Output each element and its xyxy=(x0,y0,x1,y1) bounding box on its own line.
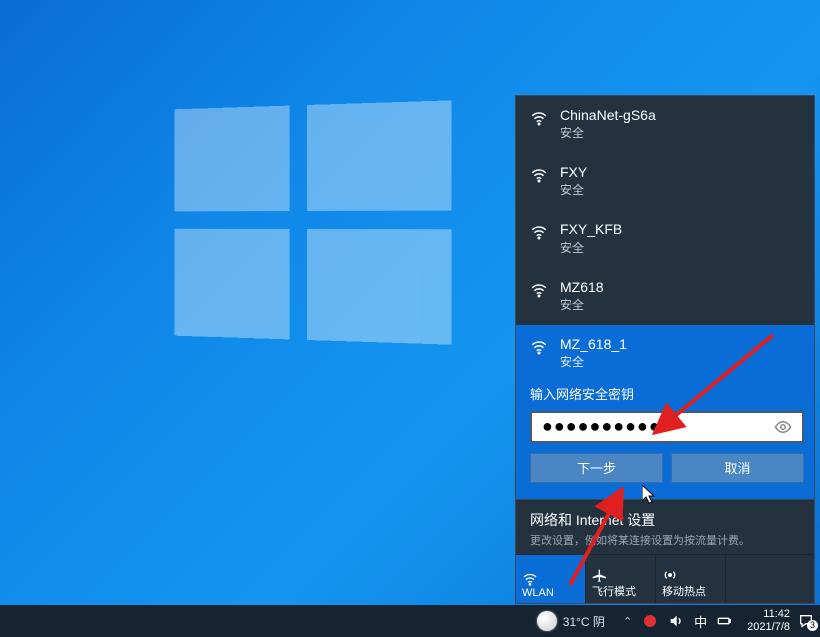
network-flyout: ChinaNet-gS6a 安全 FXY 安全 FXY_KFB 安全 xyxy=(515,95,815,604)
network-settings-link[interactable]: 网络和 Internet 设置 更改设置，例如将某连接设置为按流量计费。 xyxy=(516,499,814,554)
network-status: 安全 xyxy=(560,181,587,198)
wifi-icon xyxy=(530,109,548,127)
network-item-3[interactable]: MZ618 安全 xyxy=(516,268,814,325)
password-input[interactable] xyxy=(542,416,774,437)
cancel-button-label: 取消 xyxy=(724,458,750,477)
tile-wlan[interactable]: WLAN xyxy=(516,555,586,603)
network-status: 安全 xyxy=(560,239,622,256)
taskbar-weather[interactable]: 31°C 阴 xyxy=(529,611,613,631)
wifi-icon xyxy=(530,338,548,356)
show-password-icon[interactable] xyxy=(774,418,792,436)
wifi-icon xyxy=(530,166,548,184)
network-name: MZ618 xyxy=(560,278,604,296)
tile-wlan-label: WLAN xyxy=(522,587,579,599)
network-name: FXY xyxy=(560,163,587,181)
network-status: 安全 xyxy=(560,124,656,141)
settings-title: 网络和 Internet 设置 xyxy=(530,510,800,530)
tile-airplane-label: 飞行模式 xyxy=(592,583,649,599)
password-input-container xyxy=(530,411,804,443)
windows-desktop-logo xyxy=(174,100,451,344)
network-item-2[interactable]: FXY_KFB 安全 xyxy=(516,210,814,267)
tray-overflow-chevron-icon[interactable]: ⌃ xyxy=(623,615,632,628)
wifi-icon xyxy=(522,571,538,585)
wifi-icon xyxy=(530,281,548,299)
cancel-button[interactable]: 取消 xyxy=(671,453,804,483)
clock-date: 2021/7/8 xyxy=(747,621,790,634)
tray-battery-icon[interactable] xyxy=(717,613,733,629)
taskbar-clock[interactable]: 11:42 2021/7/8 xyxy=(743,608,794,633)
password-label: 输入网络安全密钥 xyxy=(530,384,804,403)
next-button-label: 下一步 xyxy=(577,458,616,477)
network-item-1[interactable]: FXY 安全 xyxy=(516,153,814,210)
record-indicator-icon[interactable] xyxy=(642,613,658,629)
network-item-selected: MZ_618_1 安全 输入网络安全密钥 中 下一步 取消 xyxy=(516,325,814,499)
network-name: ChinaNet-gS6a xyxy=(560,106,656,124)
tile-airplane[interactable]: 飞行模式 xyxy=(586,555,656,603)
tile-hotspot-label: 移动热点 xyxy=(662,583,719,599)
selected-network-name: MZ_618_1 xyxy=(560,335,627,353)
tray-notifications-icon[interactable]: 3 xyxy=(798,613,814,629)
network-status: 安全 xyxy=(560,296,604,313)
wifi-icon xyxy=(530,223,548,241)
notifications-count: 3 xyxy=(807,620,818,631)
next-button[interactable]: 下一步 xyxy=(530,453,663,483)
settings-subtitle: 更改设置，例如将某连接设置为按流量计费。 xyxy=(530,532,800,548)
weather-cloud-icon xyxy=(537,611,557,631)
taskbar: 31°C 阴 ⌃ 中 11:42 2021/7/8 3 xyxy=(0,605,820,637)
quick-tiles: WLAN 飞行模式 移动热点 xyxy=(516,554,814,603)
clock-time: 11:42 xyxy=(747,608,790,621)
selected-network-status: 安全 xyxy=(560,353,627,370)
tray-volume-icon[interactable] xyxy=(668,613,684,629)
network-name: FXY_KFB xyxy=(560,220,622,238)
tile-hotspot[interactable]: 移动热点 xyxy=(656,555,726,603)
hotspot-icon xyxy=(662,567,678,581)
tray-ime-indicator[interactable]: 中 xyxy=(694,612,707,631)
network-item-0[interactable]: ChinaNet-gS6a 安全 xyxy=(516,96,814,153)
airplane-icon xyxy=(592,567,608,581)
weather-text: 31°C 阴 xyxy=(563,613,605,630)
